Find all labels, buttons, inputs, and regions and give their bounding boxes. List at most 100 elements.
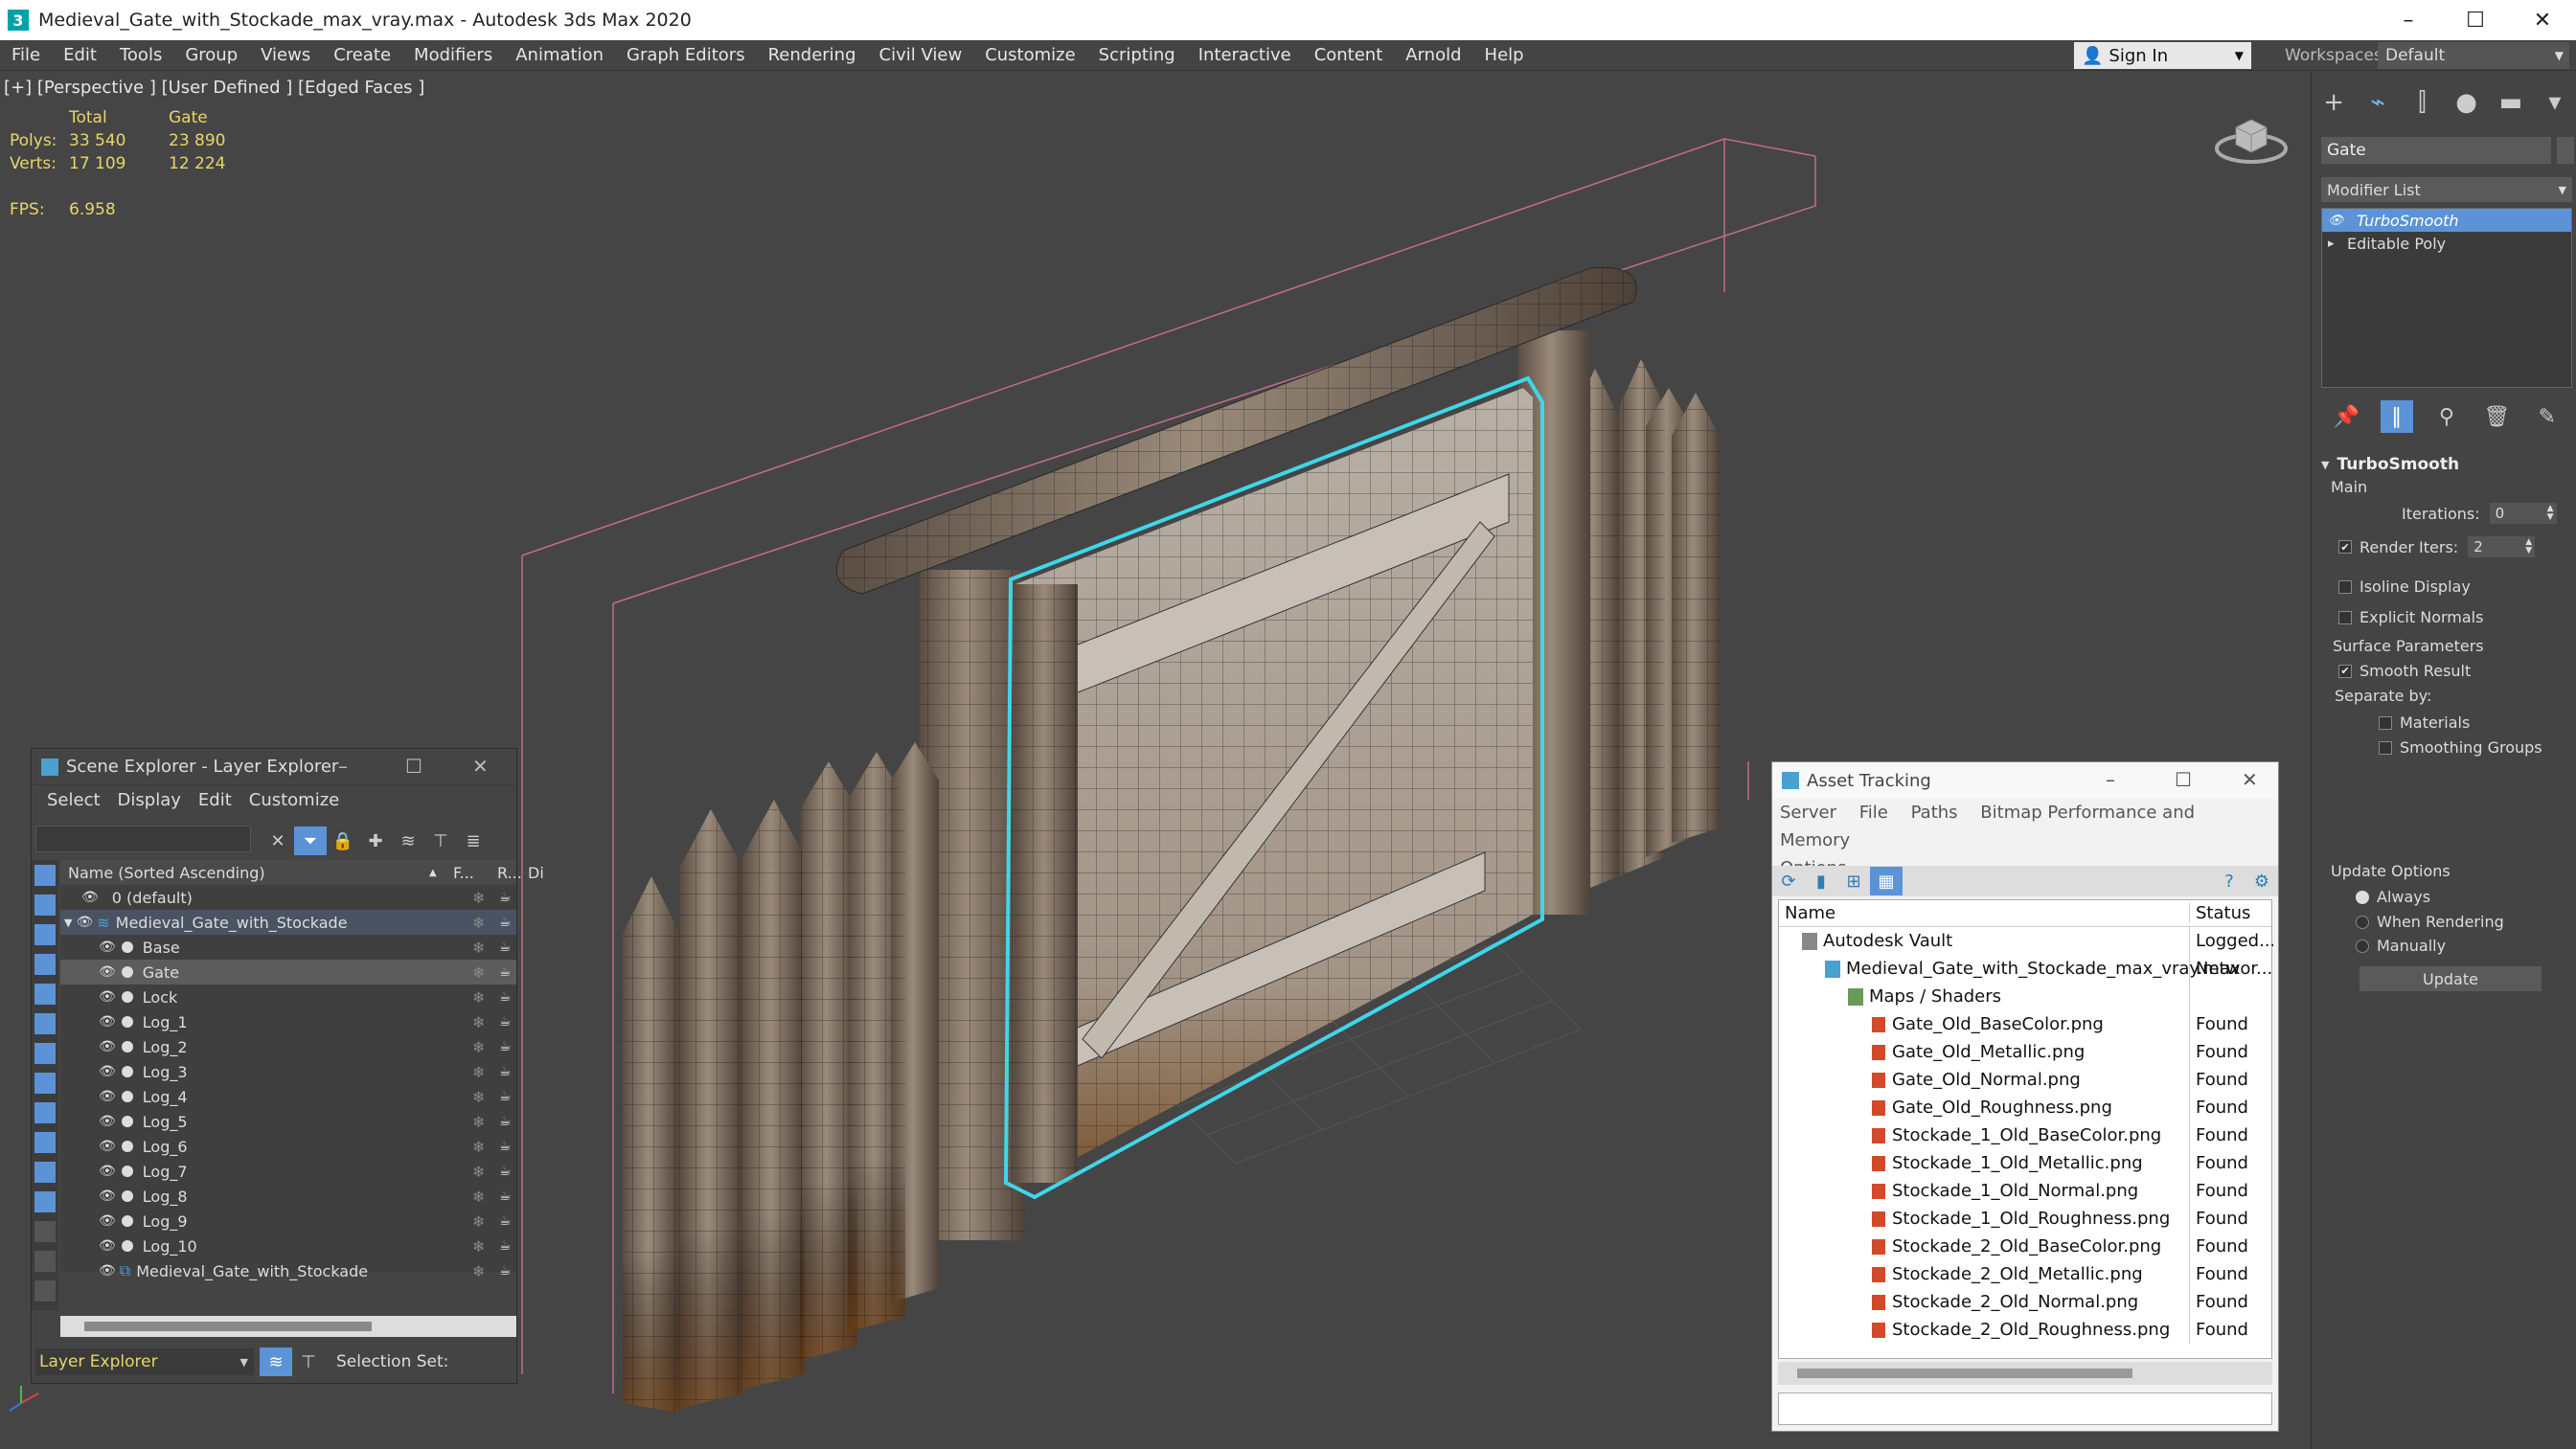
eye-icon[interactable]: 👁 [99, 1263, 116, 1279]
hierarchy-icon[interactable]: ⊤ [424, 826, 457, 855]
helpers-filter-icon[interactable] [34, 984, 56, 1005]
freeze-icon[interactable]: ❄ [472, 1113, 485, 1131]
freeze-icon[interactable]: ❄ [472, 1088, 485, 1106]
asset-row[interactable]: Medieval_Gate_with_Stockade_max_vray.max… [1779, 955, 2272, 983]
invert-display-icon[interactable] [34, 1280, 56, 1302]
layers-toggle-icon[interactable]: ≋ [260, 1347, 292, 1376]
table-row[interactable]: 👁 Log_9 ❄ ☕ [60, 1209, 516, 1234]
asset-row[interactable]: Gate_Old_Metallic.png Found [1779, 1038, 2271, 1066]
menu-content[interactable]: Content [1303, 45, 1395, 65]
expand-arrow-icon[interactable]: ▼ [64, 917, 72, 929]
table-row[interactable]: 👁 Log_4 ❄ ☕ [60, 1084, 516, 1109]
display-tab-icon[interactable]: ▬ [2489, 83, 2533, 122]
se-menu-display[interactable]: Display [118, 790, 181, 810]
freeze-icon[interactable]: ❄ [472, 1188, 485, 1206]
horizontal-scrollbar[interactable] [60, 1316, 516, 1337]
spacewarps-filter-icon[interactable] [34, 1013, 56, 1034]
menu-views[interactable]: Views [249, 45, 322, 65]
eye-icon[interactable]: 👁 [99, 1238, 116, 1254]
sign-in-button[interactable]: 👤 Sign In ▼ [2074, 42, 2251, 69]
teapot-render-icon[interactable]: ☕ [499, 1039, 512, 1054]
shapes-filter-icon[interactable] [34, 894, 56, 916]
stack-item-editable-poly[interactable]: ▸ Editable Poly [2322, 232, 2571, 255]
menu-graph-editors[interactable]: Graph Editors [615, 45, 757, 65]
menu-arnold[interactable]: Arnold [1394, 45, 1472, 65]
asset-path-field[interactable] [1778, 1392, 2272, 1425]
asset-row[interactable]: Stockade_1_Old_Roughness.png Found [1779, 1205, 2271, 1233]
eye-icon[interactable]: 👁 [99, 1164, 116, 1179]
close-icon[interactable]: ✕ [2242, 768, 2258, 791]
freeze-icon[interactable]: ❄ [472, 1163, 485, 1181]
teapot-render-icon[interactable]: ☕ [499, 1238, 512, 1254]
teapot-render-icon[interactable]: ☕ [499, 940, 512, 955]
freeze-column-header[interactable]: F... [453, 864, 474, 882]
table-row[interactable]: 👁 Log_10 ❄ ☕ [60, 1234, 516, 1258]
hierarchy-tab-icon[interactable]: ⫿ [2400, 83, 2444, 122]
object-name-field[interactable]: Gate [2321, 137, 2551, 164]
freeze-icon[interactable]: ❄ [472, 1237, 485, 1256]
render-iters-checkbox[interactable]: ✔ [2338, 540, 2352, 554]
always-radio[interactable] [2356, 890, 2369, 904]
hidden-filter-icon[interactable] [34, 1191, 56, 1212]
cameras-filter-icon[interactable] [34, 954, 56, 975]
eye-icon[interactable]: 👁 [99, 989, 116, 1005]
teapot-render-icon[interactable]: ☕ [499, 890, 512, 905]
asset-row[interactable]: Gate_Old_Normal.png Found [1779, 1066, 2271, 1094]
asset-tracking-titlebar[interactable]: Asset Tracking – ☐ ✕ [1772, 762, 2278, 799]
geometry-filter-icon[interactable] [34, 865, 56, 886]
filter-icon[interactable]: ⏷ [294, 826, 327, 855]
table-row[interactable]: 👁 Gate ❄ ☕ [60, 960, 516, 985]
maximize-icon[interactable]: ☐ [2175, 768, 2192, 791]
scrollbar-thumb[interactable] [1797, 1369, 2132, 1378]
lights-filter-icon[interactable] [34, 924, 56, 945]
teapot-render-icon[interactable]: ☕ [499, 964, 512, 980]
menu-scripting[interactable]: Scripting [1087, 45, 1187, 65]
settings-icon[interactable]: ⚙ [2245, 867, 2278, 895]
freeze-icon[interactable]: ❄ [472, 1013, 485, 1031]
se-menu-edit[interactable]: Edit [198, 790, 232, 810]
close-button[interactable]: ✕ [2509, 0, 2576, 40]
when-rendering-radio[interactable] [2356, 915, 2369, 929]
menu-create[interactable]: Create [322, 45, 402, 65]
se-menu-select[interactable]: Select [47, 790, 101, 810]
scene-explorer-titlebar[interactable]: Scene Explorer - Layer Explorer – ☐ ✕ [32, 749, 516, 785]
asset-row[interactable]: Autodesk Vault Logged... [1779, 927, 2273, 955]
table-row[interactable]: 👁 Log_2 ❄ ☕ [60, 1034, 516, 1059]
viewport-label[interactable]: [+] [Perspective ] [User Defined ] [Edge… [4, 78, 424, 98]
workspaces-select[interactable]: Default ▼ [2378, 42, 2569, 69]
at-menu-server[interactable]: Server [1780, 803, 1836, 823]
help-icon[interactable]: ? [2213, 867, 2245, 895]
maximize-icon[interactable]: ☐ [405, 755, 422, 778]
refresh-icon[interactable]: ⟳ [1772, 867, 1805, 895]
freeze-icon[interactable]: ❄ [472, 1262, 485, 1280]
teapot-render-icon[interactable]: ☕ [499, 1014, 512, 1030]
table-row[interactable]: 👁 ⧉ Medieval_Gate_with_Stockade ❄ ☕ [60, 1258, 516, 1283]
add-layer-icon[interactable]: ✚ [359, 826, 392, 855]
menu-customize[interactable]: Customize [973, 45, 1086, 65]
asset-row[interactable]: Stockade_2_Old_Metallic.png Found [1779, 1260, 2271, 1288]
menu-group[interactable]: Group [173, 45, 249, 65]
table-row[interactable]: 👁 Base ❄ ☕ [60, 935, 516, 960]
eye-icon[interactable]: 👁 [99, 1139, 116, 1154]
viewcube-icon[interactable] [2213, 108, 2290, 166]
xrefs-filter-icon[interactable] [34, 1073, 56, 1094]
name-column-header[interactable]: Name (Sorted Ascending) [68, 864, 265, 882]
menu-file[interactable]: File [0, 45, 52, 65]
asset-row[interactable]: Stockade_2_Old_Roughness.png Found [1779, 1316, 2271, 1344]
render-iters-spinner[interactable]: 2 ▲ ▼ [2468, 536, 2536, 557]
configure-modifier-sets-icon[interactable]: ✎ [2531, 400, 2564, 433]
table-row[interactable]: 👁 0 (default) ❄ ☕ [60, 885, 516, 910]
asset-row[interactable]: Maps / Shaders [1779, 983, 2271, 1010]
maximize-button[interactable]: ☐ [2442, 0, 2509, 40]
asset-row[interactable]: Stockade_1_Old_BaseColor.png Found [1779, 1121, 2271, 1149]
teapot-render-icon[interactable]: ☕ [499, 1114, 512, 1129]
iterations-spinner[interactable]: 0 ▲ ▼ [2489, 503, 2557, 524]
bones-filter-icon[interactable] [34, 1102, 56, 1123]
spinner-arrows-icon[interactable]: ▲ ▼ [2547, 505, 2554, 522]
stack-item-turbosmooth[interactable]: 👁 TurboSmooth [2322, 209, 2571, 232]
pin-stack-icon[interactable]: 📌 [2330, 400, 2362, 433]
table-row[interactable]: 👁 Log_8 ❄ ☕ [60, 1184, 516, 1209]
freeze-icon[interactable]: ❄ [472, 963, 485, 982]
expand-arrow-icon[interactable]: ▸ [2328, 237, 2347, 251]
menu-edit[interactable]: Edit [52, 45, 108, 65]
